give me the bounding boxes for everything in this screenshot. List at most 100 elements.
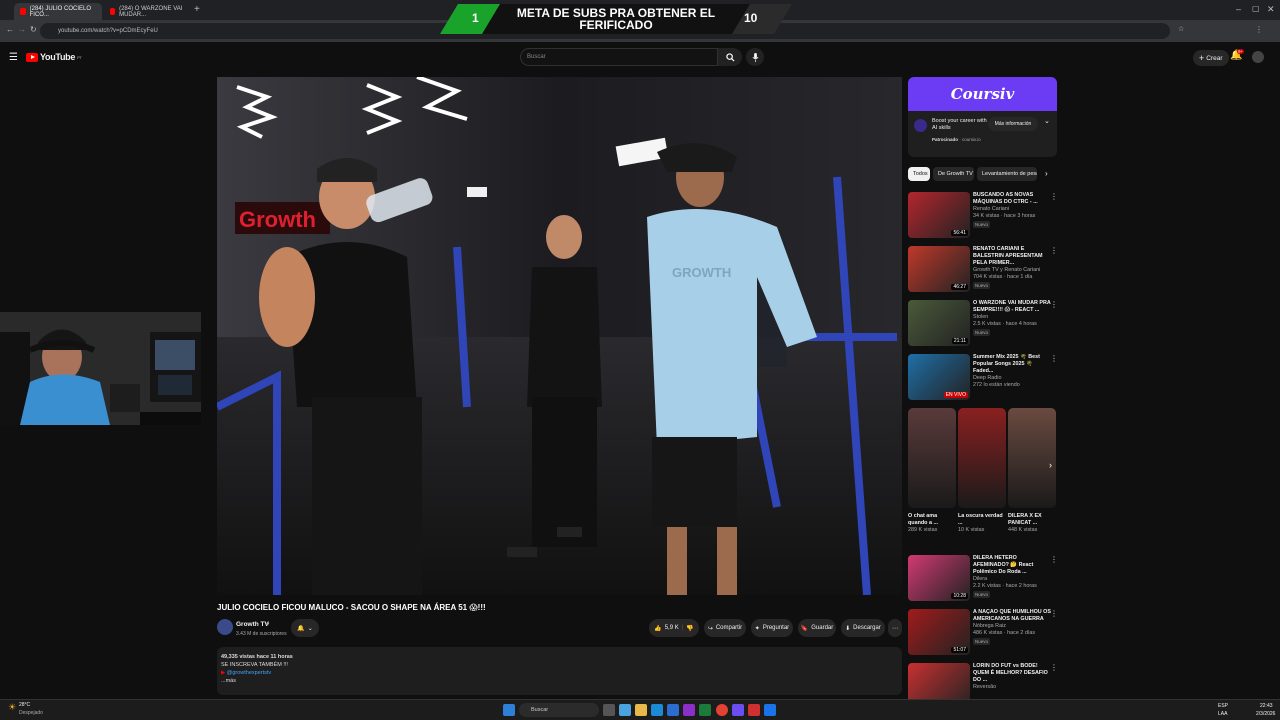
app-icon[interactable] — [764, 704, 776, 716]
short-title[interactable]: La oscura verdad ... — [958, 513, 1006, 527]
recommendation-title[interactable]: Summer Mix 2025 🌴 Best Popular Songs 202… — [973, 354, 1051, 375]
more-actions-button[interactable]: ⋯ — [888, 619, 902, 637]
app-icon[interactable] — [683, 704, 695, 716]
video-thumbnail[interactable]: EN VIVO — [908, 354, 970, 400]
logo-region: PT — [77, 54, 82, 60]
short-info: La oscura verdad ... 10 K vistas — [958, 513, 1006, 534]
more-options-icon[interactable]: ⋮ — [1050, 192, 1058, 201]
recommendation-title[interactable]: O WARZONE VAI MUDAR PRA SEMPRE!!!! 😱 - R… — [973, 300, 1051, 314]
more-options-icon[interactable]: ⋮ — [1050, 663, 1058, 672]
more-options-icon[interactable]: ⋮ — [1050, 354, 1058, 363]
short-thumbnail[interactable] — [958, 408, 1006, 508]
recommendation-item[interactable]: 21:11 O WARZONE VAI MUDAR PRA SEMPRE!!!!… — [908, 300, 1058, 350]
menu-dots-icon[interactable]: ⋮ — [1255, 25, 1263, 34]
browser-tab[interactable]: (284) O WARZONE VAI MUDAR... — [104, 3, 192, 20]
more-options-icon[interactable]: ⋮ — [1050, 609, 1058, 618]
minimize-icon[interactable]: – — [1236, 4, 1241, 14]
share-button[interactable]: ↪ Compartir — [704, 619, 746, 637]
app-icon[interactable] — [748, 704, 760, 716]
recommendation-channel: Reversão — [973, 684, 997, 690]
recommendation-item[interactable]: 10:28 DILERA HÉTERO AFEMINADO? 🤔 React P… — [908, 555, 1058, 605]
close-icon[interactable]: ✕ — [1267, 4, 1275, 15]
sponsored-ad[interactable]: Coursiv Boost your career with AI skills… — [908, 77, 1057, 161]
back-icon[interactable]: ← — [6, 25, 14, 34]
app-icon[interactable] — [699, 704, 711, 716]
recommendation-title[interactable]: BUSCANDO AS NOVAS MÁQUINAS DO CTRC - ... — [973, 192, 1051, 206]
clock-time[interactable]: 22:43 — [1260, 703, 1273, 709]
show-more-link[interactable]: ...más — [221, 677, 898, 685]
ad-cta-button[interactable]: Más información — [988, 117, 1038, 131]
recommendation-stats: 272 lo están viendo — [973, 382, 1020, 388]
create-label: Crear — [1206, 54, 1223, 62]
video-thumbnail[interactable]: 21:11 — [908, 300, 970, 346]
app-icon[interactable] — [667, 704, 679, 716]
chrome-icon[interactable] — [716, 704, 728, 716]
like-dislike-button[interactable]: 👍 5,9 K | 👎 — [649, 619, 699, 637]
channel-avatar[interactable] — [217, 619, 233, 635]
edge-icon[interactable] — [651, 704, 663, 716]
weather-temp[interactable]: 28°C — [19, 702, 30, 708]
recommendation-title[interactable]: DILERA HÉTERO AFEMINADO? 🤔 React Polêmic… — [973, 555, 1051, 576]
new-tab-icon[interactable]: + — [194, 4, 200, 15]
chip-weightlifting[interactable]: Levantamiento de pesas — [977, 167, 1037, 181]
short-title[interactable]: O chat ama quando a ... — [908, 513, 956, 527]
description-box[interactable]: 49,335 vistas hace 11 horas SE INSCREVA … — [217, 647, 902, 695]
hamburger-menu-icon[interactable]: ☰ — [9, 52, 18, 63]
video-thumbnail[interactable]: 51:07 — [908, 609, 970, 655]
chip-all[interactable]: Todos — [908, 167, 930, 181]
chevron-down-icon[interactable]: ⌄ — [1044, 117, 1050, 125]
ad-banner[interactable]: Coursiv — [908, 77, 1057, 111]
reload-icon[interactable]: ↻ — [30, 25, 37, 34]
voice-search-button[interactable] — [746, 48, 764, 66]
browser-tab-active[interactable]: (284) JULIO COCIELO FICO... — [14, 3, 102, 20]
create-button[interactable]: + Crear — [1193, 50, 1229, 66]
short-thumbnail[interactable] — [1008, 408, 1056, 508]
recommendation-item[interactable]: 56:41 BUSCANDO AS NOVAS MÁQUINAS DO CTRC… — [908, 192, 1058, 242]
subscribed-bell-button[interactable]: 🔔 ⌄ — [291, 619, 319, 637]
share-icon: ↪ — [707, 625, 713, 632]
download-button[interactable]: ⬇ Descargar — [841, 619, 885, 637]
tab-label: (284) JULIO COCIELO FICO... — [29, 5, 91, 18]
recommendation-stats: 486 K vistas · hace 2 días — [973, 630, 1036, 636]
video-thumbnail[interactable]: 56:41 — [908, 192, 970, 238]
video-thumbnail[interactable]: 10:28 — [908, 555, 970, 601]
short-title[interactable]: DILERA X EX PANICAT ... — [1008, 513, 1056, 527]
video-thumbnail[interactable]: 46:27 — [908, 246, 970, 292]
avatar[interactable] — [1252, 51, 1264, 63]
recommendation-item[interactable]: 46:27 RENATO CARIANI E BALESTRIN APRESEN… — [908, 246, 1058, 296]
recommendation-item[interactable]: 51:07 A NAÇÃO QUE HUMILHOU OS AMERICANOS… — [908, 609, 1058, 659]
search-button[interactable] — [718, 48, 742, 66]
channel-name[interactable]: Growth TV — [236, 621, 269, 628]
task-view-icon[interactable] — [603, 704, 615, 716]
save-button[interactable]: 🔖 Guardar — [798, 619, 836, 637]
forward-icon[interactable]: → — [18, 25, 26, 34]
star-icon[interactable]: ☆ — [1178, 25, 1184, 33]
discord-icon[interactable] — [732, 704, 744, 716]
language[interactable]: ESP — [1218, 703, 1228, 709]
windows-start-icon[interactable] — [503, 704, 515, 716]
search-input[interactable]: Buscar — [520, 48, 718, 66]
youtube-logo[interactable]: YouTube PT — [26, 52, 82, 62]
more-options-icon[interactable]: ⋮ — [1050, 555, 1058, 564]
chip-channel[interactable]: De Growth TV — [933, 167, 974, 181]
short-thumbnail[interactable] — [908, 408, 956, 508]
recommendation-title[interactable]: RENATO CARIANI E BALESTRIN APRESENTAM PE… — [973, 246, 1051, 267]
ask-button[interactable]: ✦ Preguntar — [751, 619, 793, 637]
download-icon: ⬇ — [845, 625, 851, 632]
recommendation-title[interactable]: A NAÇÃO QUE HUMILHOU OS AMERICANOS NA GU… — [973, 609, 1051, 623]
shorts-next-icon[interactable]: › — [1049, 460, 1052, 470]
file-explorer-icon[interactable] — [635, 704, 647, 716]
recommendation-title[interactable]: LORIN DO FUT vs BODE! QUEM É MELHOR? DES… — [973, 663, 1051, 684]
goal-target: 10 — [744, 11, 758, 25]
more-options-icon[interactable]: ⋮ — [1050, 300, 1058, 309]
video-player[interactable]: Growth GROWTH — [217, 77, 902, 595]
more-options-icon[interactable]: ⋮ — [1050, 246, 1058, 255]
goal-current: 1 — [472, 11, 479, 25]
chevron-right-icon[interactable]: › — [1045, 169, 1048, 178]
taskbar-search[interactable]: Buscar — [519, 703, 599, 717]
handle-link[interactable]: @growthexpertstv — [227, 670, 271, 676]
maximize-icon[interactable]: ▢ — [1252, 4, 1260, 13]
video-duration: 56:41 — [951, 230, 968, 236]
app-icon[interactable] — [619, 704, 631, 716]
recommendation-item[interactable]: EN VIVO Summer Mix 2025 🌴 Best Popular S… — [908, 354, 1058, 404]
